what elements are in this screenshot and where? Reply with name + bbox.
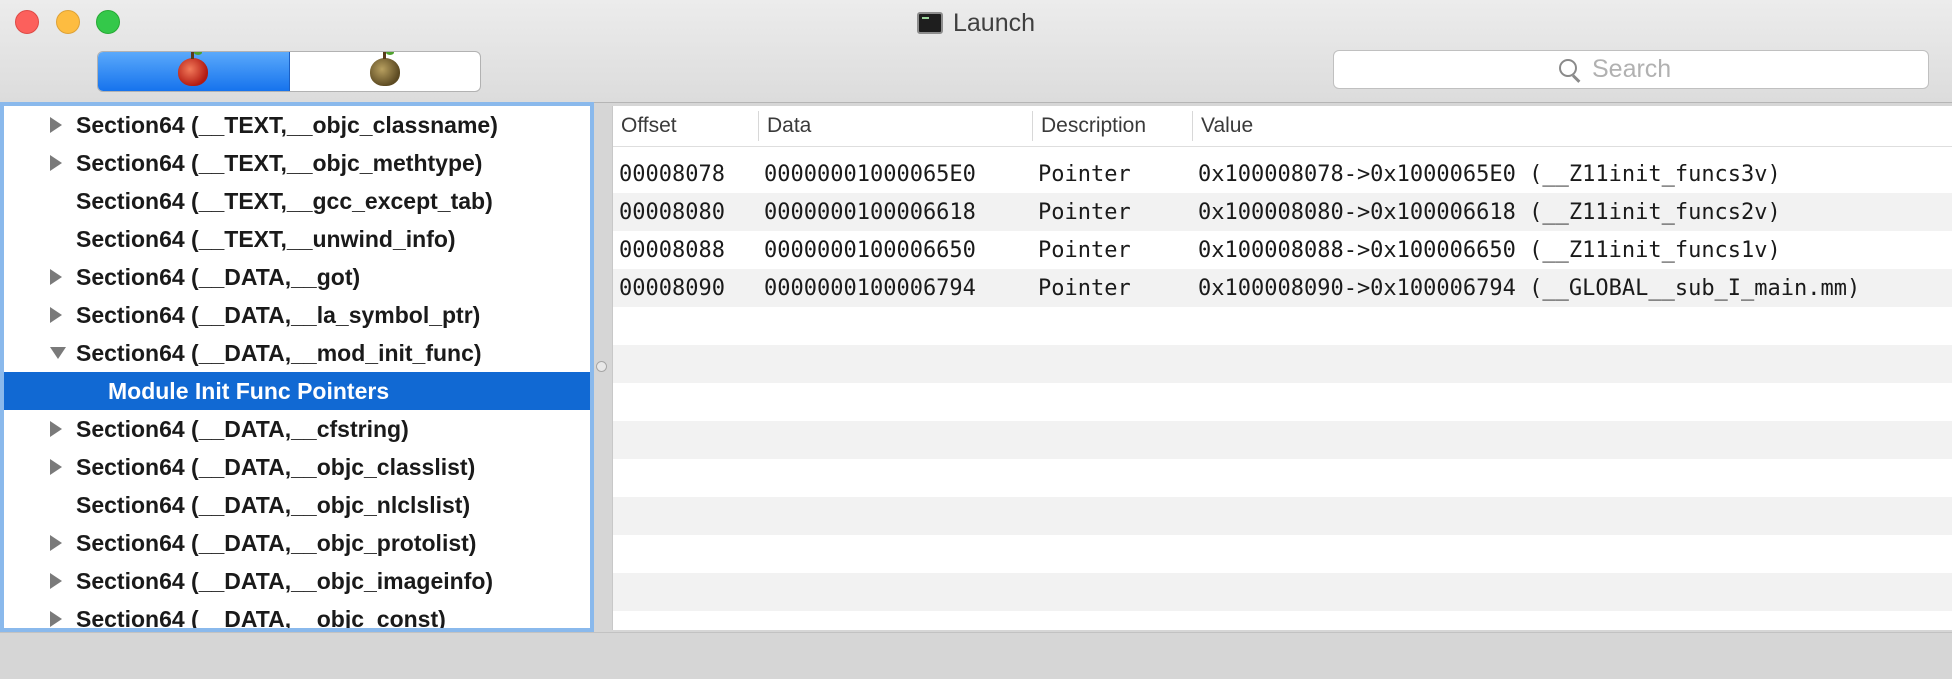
cell-offset: 00008078	[619, 161, 725, 187]
disclosure-triangle-right-icon[interactable]	[50, 269, 76, 285]
disclosure-triangle-right-icon[interactable]	[50, 611, 76, 627]
red-apple-icon	[178, 52, 209, 86]
tree-item[interactable]: Section64 (__DATA,__objc_classlist)	[4, 448, 590, 486]
tree-item-label: Section64 (__DATA,__la_symbol_ptr)	[76, 301, 481, 328]
table-row[interactable]: 00008078 00000001000065E0 Pointer 0x1000080…	[613, 155, 1952, 193]
tree-item[interactable]: Section64 (__DATA,__objc_protolist)	[4, 524, 590, 562]
bottom-bar	[0, 632, 1952, 679]
table-row[interactable]: 00008088 0000000100006650 Pointer 0x1000080…	[613, 231, 1952, 269]
column-header-offset[interactable]: Offset	[613, 111, 758, 141]
disclosure-triangle-right-icon[interactable]	[50, 117, 76, 133]
cell-value: 0x100008088->0x100006650 (__Z11init_func…	[1198, 237, 1781, 263]
tree-item-label: Section64 (__TEXT,__objc_classname)	[76, 111, 498, 138]
tree-item-label: Section64 (__DATA,__mod_init_func)	[76, 339, 482, 366]
tree-item-label: Section64 (__DATA,__objc_imageinfo)	[76, 567, 494, 594]
tree-item[interactable]: Section64 (__DATA,__objc_imageinfo)	[4, 562, 590, 600]
cell-description: Pointer	[1038, 161, 1131, 187]
tree-item[interactable]: Section64 (__TEXT,__objc_classname)	[4, 106, 590, 144]
cell-description: Pointer	[1038, 199, 1131, 225]
cell-value: 0x100008078->0x1000065E0 (__Z11init_func…	[1198, 161, 1781, 187]
disclosure-triangle-right-icon[interactable]	[50, 459, 76, 475]
cell-data: 0000000100006794	[764, 275, 976, 301]
table-body: 00008078 00000001000065E0 Pointer 0x1000080…	[613, 147, 1952, 611]
tree-item[interactable]: Section64 (__TEXT,__unwind_info)	[4, 220, 590, 258]
tree-item-label: Section64 (__DATA,__got)	[76, 263, 361, 290]
cell-offset: 00008088	[619, 237, 725, 263]
empty-table-row	[613, 573, 1952, 611]
cell-value: 0x100008080->0x100006618 (__Z11init_func…	[1198, 199, 1781, 225]
tree-item-label: Section64 (__DATA,__objc_classlist)	[76, 453, 476, 480]
tree-item-label: Section64 (__TEXT,__unwind_info)	[76, 225, 456, 252]
column-header-value[interactable]: Value	[1192, 111, 1952, 141]
table-row[interactable]: 00008090 0000000100006794 Pointer 0x1000080…	[613, 269, 1952, 307]
split-view-divider-handle[interactable]	[596, 361, 607, 372]
tree-item[interactable]: Section64 (__DATA,__objc_nlclslist)	[4, 486, 590, 524]
empty-table-row	[613, 383, 1952, 421]
disclosure-triangle-down-icon[interactable]	[50, 347, 76, 359]
cell-description: Pointer	[1038, 237, 1131, 263]
tree-item-label: Section64 (__TEXT,__objc_methtype)	[76, 149, 483, 176]
tree-item-label: Section64 (__DATA,__objc_protolist)	[76, 529, 477, 556]
search-icon	[1558, 58, 1582, 82]
tree-item[interactable]: Section64 (__TEXT,__gcc_except_tab)	[4, 182, 590, 220]
disclosure-triangle-right-icon[interactable]	[50, 307, 76, 323]
tree-item[interactable]: Section64 (__DATA,__la_symbol_ptr)	[4, 296, 590, 334]
terminal-icon	[916, 12, 943, 34]
data-table: Offset Data Description Value 00008078 00…	[612, 106, 1952, 630]
empty-table-row	[613, 535, 1952, 573]
empty-table-row	[613, 307, 1952, 345]
cell-description: Pointer	[1038, 275, 1131, 301]
title-bar: Launch	[0, 0, 1952, 103]
tree-item[interactable]: Section64 (__DATA,__got)	[4, 258, 590, 296]
cell-offset: 00008090	[619, 275, 725, 301]
cell-data: 00000001000065E0	[764, 161, 976, 187]
view-segmented-control	[97, 51, 481, 92]
tree-item-label: Section64 (__DATA,__objc_nlclslist)	[76, 491, 471, 518]
cell-data: 0000000100006618	[764, 199, 976, 225]
segment-olive-apple[interactable]	[290, 52, 481, 91]
tree-item-label: Section64 (__DATA,__cfstring)	[76, 415, 409, 442]
cell-offset: 00008080	[619, 199, 725, 225]
empty-table-row	[613, 459, 1952, 497]
cell-value: 0x100008090->0x100006794 (__GLOBAL__sub_…	[1198, 275, 1861, 301]
tree-item[interactable]: Section64 (__DATA,__objc_const)	[4, 600, 590, 632]
olive-apple-icon	[369, 52, 400, 86]
table-row[interactable]: 00008080 0000000100006618 Pointer 0x1000080…	[613, 193, 1952, 231]
disclosure-triangle-right-icon[interactable]	[50, 573, 76, 589]
segment-red-apple[interactable]	[98, 52, 290, 91]
empty-table-row	[613, 345, 1952, 383]
tree-item[interactable]: Section64 (__DATA,__cfstring)	[4, 410, 590, 448]
section-tree: Section64 (__TEXT,__objc_classname) Secti…	[0, 102, 594, 632]
empty-table-row	[613, 497, 1952, 535]
cell-data: 0000000100006650	[764, 237, 976, 263]
disclosure-triangle-right-icon[interactable]	[50, 535, 76, 551]
search-field[interactable]	[1333, 50, 1929, 89]
tree-item-label: Section64 (__DATA,__objc_const)	[76, 605, 446, 632]
tree-item[interactable]: Section64 (__TEXT,__objc_methtype)	[4, 144, 590, 182]
column-header-data[interactable]: Data	[758, 111, 1032, 141]
column-header-description[interactable]: Description	[1032, 111, 1192, 141]
tree-item-selected[interactable]: Module Init Func Pointers	[4, 372, 590, 410]
tree-item-label: Module Init Func Pointers	[108, 377, 390, 404]
window-title: Launch	[952, 8, 1036, 37]
tree-item[interactable]: Section64 (__DATA,__mod_init_func)	[4, 334, 590, 372]
disclosure-triangle-right-icon[interactable]	[50, 421, 76, 437]
empty-table-row	[613, 421, 1952, 459]
window-title-group: Launch	[0, 8, 1952, 38]
table-header: Offset Data Description Value	[613, 106, 1952, 147]
tree-item-label: Section64 (__TEXT,__gcc_except_tab)	[76, 187, 493, 214]
disclosure-triangle-right-icon[interactable]	[50, 155, 76, 171]
search-input[interactable]	[1590, 54, 1704, 85]
